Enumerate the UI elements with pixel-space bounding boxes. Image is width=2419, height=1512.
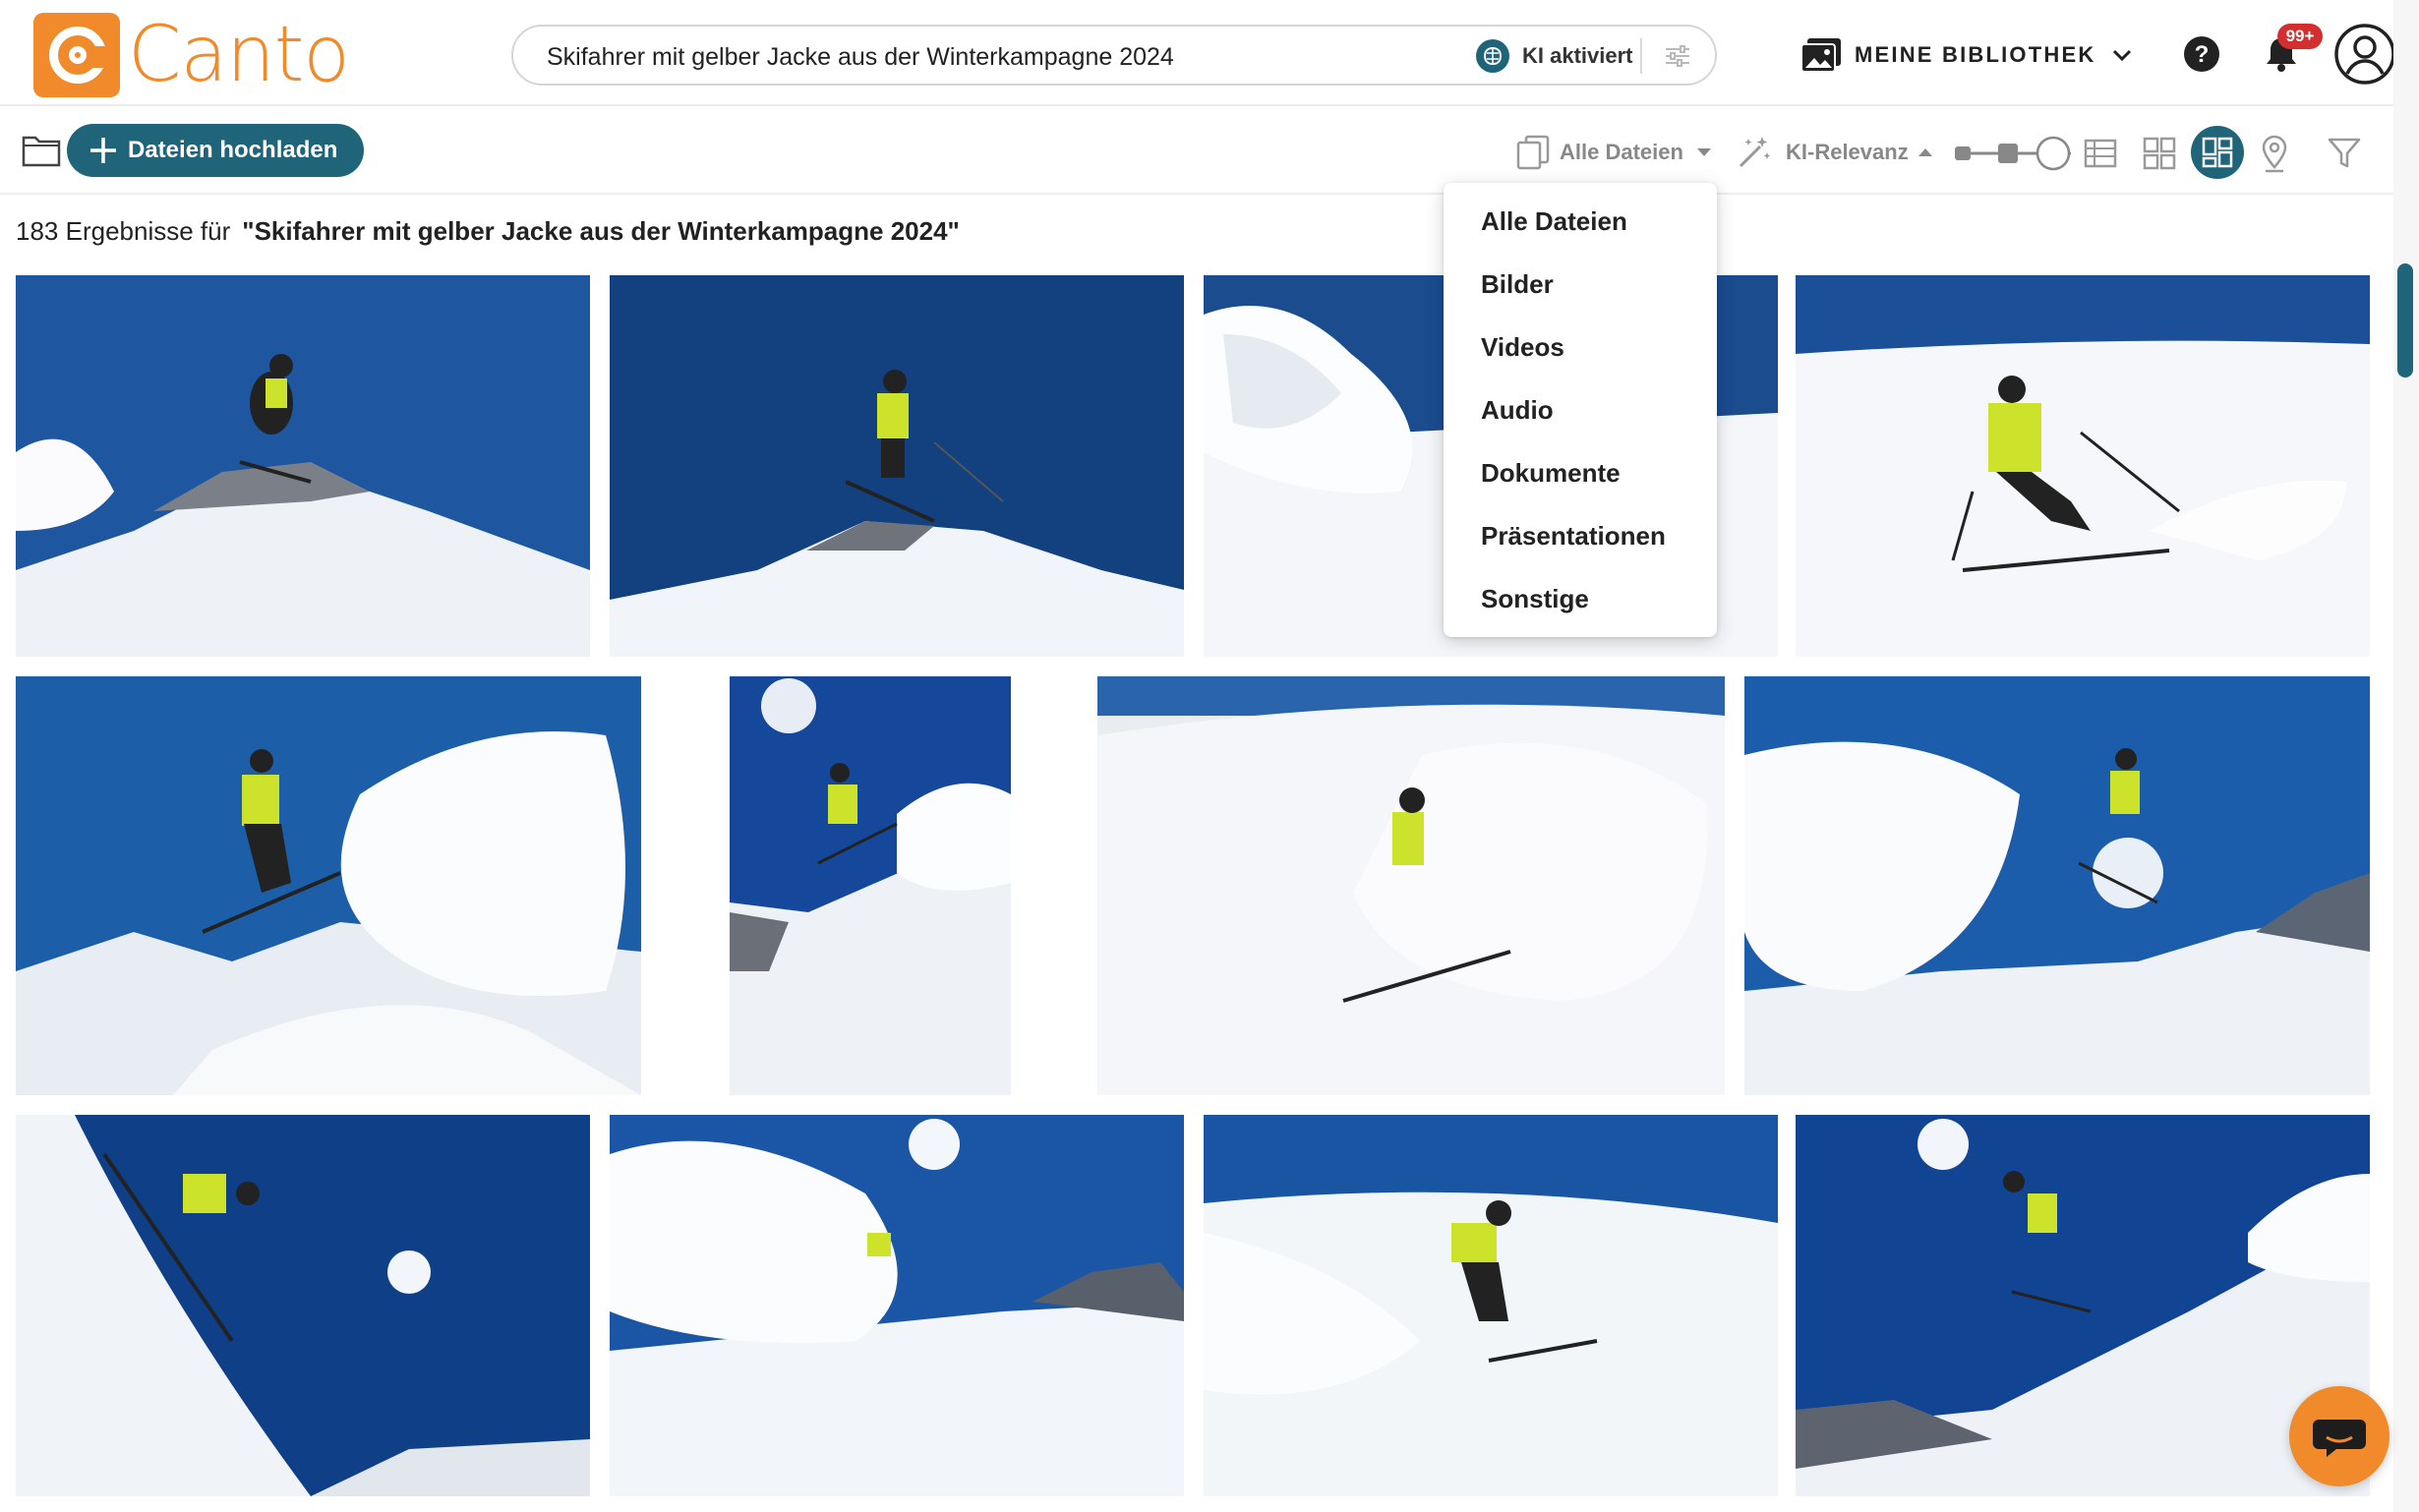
image-tile[interactable]: [730, 676, 1011, 1095]
image-tile[interactable]: [16, 1115, 590, 1496]
skier-photo: [16, 676, 641, 1095]
skier-photo: [16, 1115, 590, 1496]
dropdown-option-images[interactable]: Bilder: [1481, 269, 1554, 300]
skier-photo: [1204, 1115, 1778, 1496]
image-grid: [0, 0, 2399, 1512]
image-tile[interactable]: [1744, 676, 2370, 1095]
skier-photo: [1796, 275, 2370, 657]
skier-photo: [1097, 676, 1725, 1095]
chat-bubble-icon: [2313, 1420, 2366, 1457]
image-tile[interactable]: [16, 676, 641, 1095]
scrollbar-track[interactable]: [2393, 0, 2419, 1512]
skier-photo: [1744, 676, 2370, 1095]
dropdown-option-all-files[interactable]: Alle Dateien: [1481, 206, 1627, 237]
dropdown-option-presentations[interactable]: Präsentationen: [1481, 521, 1666, 552]
dropdown-option-documents[interactable]: Dokumente: [1481, 458, 1621, 489]
image-tile[interactable]: [1796, 1115, 2370, 1496]
skier-photo: [16, 275, 590, 657]
image-tile[interactable]: [16, 275, 590, 657]
image-tile[interactable]: [1097, 676, 1725, 1095]
image-tile[interactable]: [610, 275, 1184, 657]
image-tile[interactable]: [1796, 275, 2370, 657]
skier-photo: [1796, 1115, 2370, 1496]
dropdown-option-other[interactable]: Sonstige: [1481, 584, 1589, 614]
image-tile[interactable]: [610, 1115, 1184, 1496]
chat-button[interactable]: [2289, 1386, 2390, 1486]
skier-photo: [610, 275, 1184, 657]
image-tile[interactable]: [1204, 1115, 1778, 1496]
file-type-dropdown: Alle Dateien Bilder Videos Audio Dokumen…: [1444, 183, 1717, 637]
skier-photo: [730, 676, 1011, 1095]
dropdown-option-audio[interactable]: Audio: [1481, 395, 1554, 426]
skier-photo: [610, 1115, 1184, 1496]
scrollbar-thumb[interactable]: [2397, 263, 2413, 378]
dropdown-option-videos[interactable]: Videos: [1481, 332, 1564, 363]
